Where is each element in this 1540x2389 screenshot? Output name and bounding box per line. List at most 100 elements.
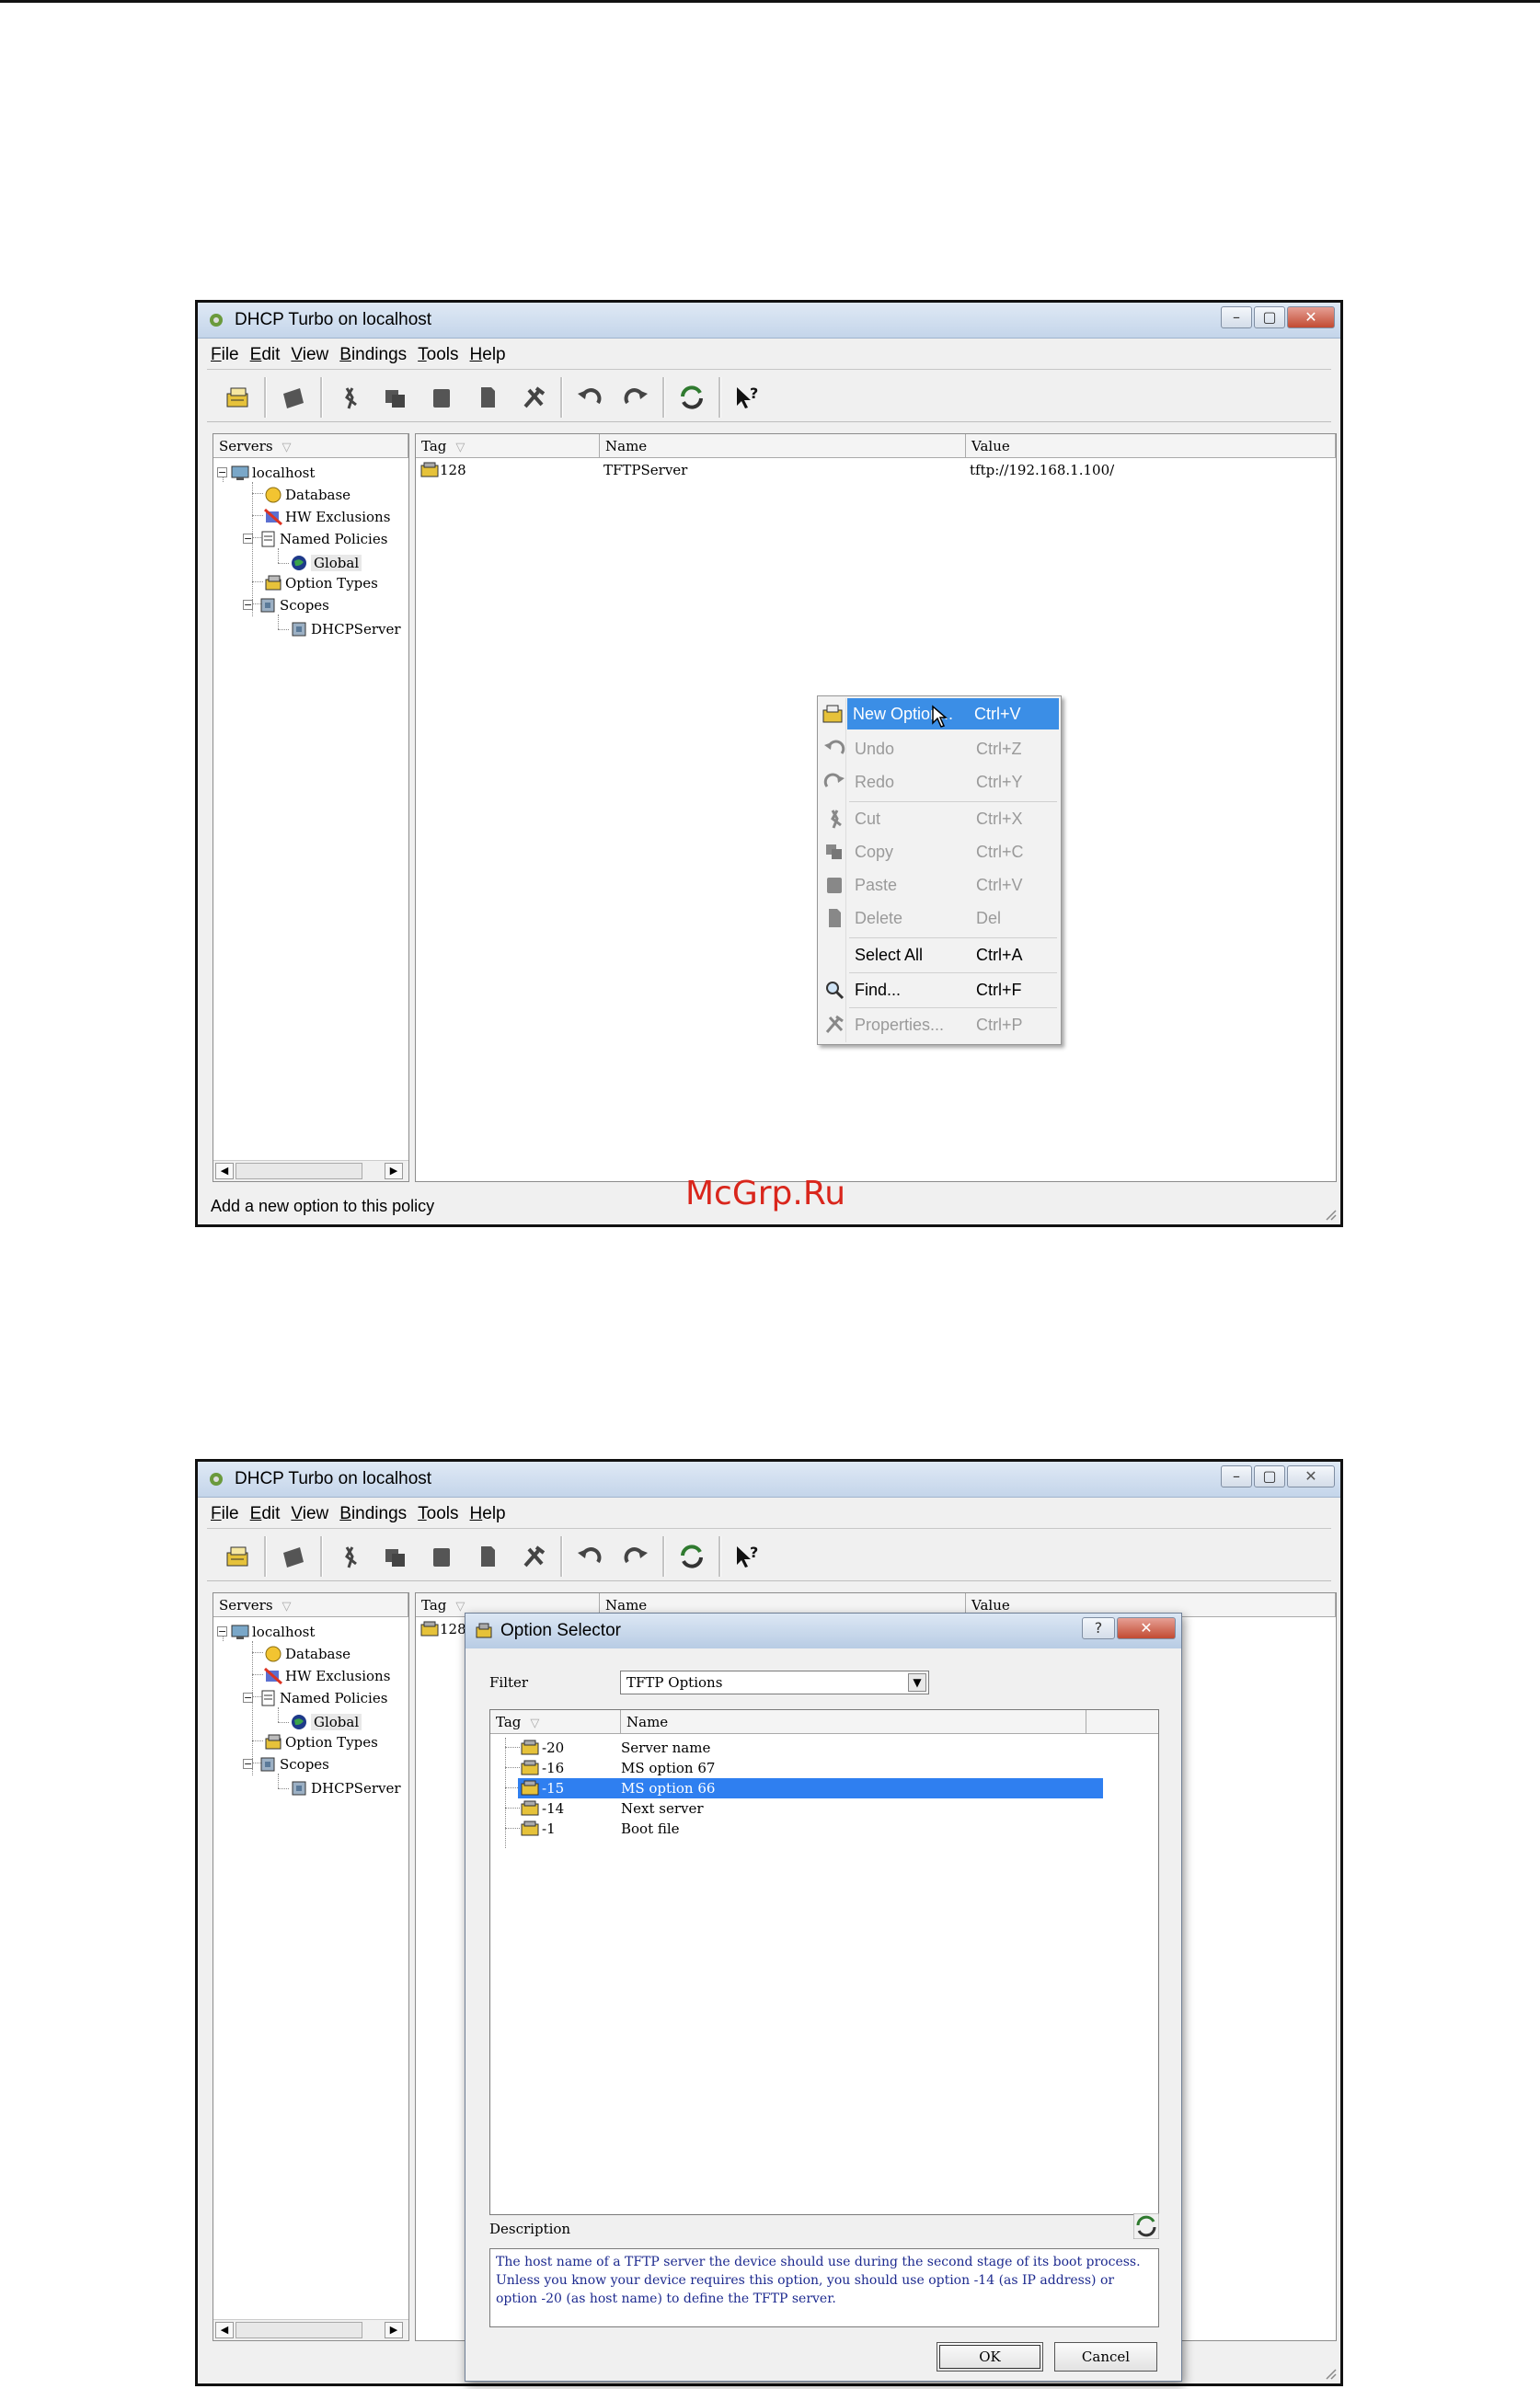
menu-item-redo[interactable]: Redo Ctrl+Y [820, 766, 1059, 798]
scroll-right-icon[interactable]: ▶ [385, 1163, 403, 1179]
menu-item-copy[interactable]: Copy Ctrl+C [820, 836, 1059, 867]
delete-button[interactable] [465, 376, 511, 419]
scrollbar-thumb[interactable] [236, 1163, 362, 1179]
filter-select[interactable]: TFTP Options ▼ [620, 1671, 929, 1694]
value-column-header[interactable]: Value [966, 434, 1336, 458]
tree-node-dhcpserver[interactable]: DHCPServer [289, 618, 401, 640]
scroll-left-icon[interactable]: ◀ [215, 1163, 234, 1179]
dropdown-arrow-icon[interactable]: ▼ [908, 1673, 926, 1692]
menu-item-select-all[interactable]: Select All Ctrl+A [820, 939, 1059, 971]
horizontal-scrollbar[interactable]: ◀ ▶ [213, 1160, 408, 1181]
list-item[interactable]: -20 Server name [490, 1738, 1158, 1758]
menu-help[interactable]: Help [470, 1504, 506, 1524]
minimize-button[interactable]: – [1221, 1465, 1252, 1487]
tree-node-named-policies[interactable]: − Named Policies [243, 1687, 387, 1709]
collapse-icon[interactable]: − [243, 534, 253, 544]
tree-node-option-types[interactable]: Option Types [263, 572, 378, 594]
paste-button[interactable] [419, 376, 465, 419]
menu-item-new-option[interactable]: New Option... Ctrl+V [822, 698, 1059, 729]
menu-view[interactable]: View [291, 1504, 328, 1524]
horizontal-scrollbar[interactable]: ◀ ▶ [213, 2319, 408, 2340]
tree-node-named-policies[interactable]: − Named Policies [243, 528, 387, 550]
refresh-button[interactable] [669, 1535, 715, 1578]
maximize-button[interactable]: ▢ [1254, 306, 1285, 328]
menu-bindings[interactable]: Bindings [339, 345, 407, 365]
close-button[interactable]: ✕ [1287, 1465, 1335, 1487]
resize-grip-icon[interactable] [1322, 2365, 1337, 2380]
dialog-close-button[interactable]: ✕ [1117, 1617, 1176, 1639]
tree-node-hw-exclusions[interactable]: HW Exclusions [263, 506, 390, 528]
new-option-button[interactable] [214, 1535, 260, 1578]
list-item[interactable]: -16 MS option 67 [490, 1758, 1158, 1778]
properties-button[interactable] [511, 1535, 557, 1578]
copy-button[interactable] [373, 376, 419, 419]
redo-button[interactable] [613, 1535, 659, 1578]
tag-column-header[interactable]: Tag ▽ [490, 1710, 621, 1734]
ok-button[interactable]: OK [937, 2342, 1043, 2372]
cut-button[interactable] [327, 376, 373, 419]
tree-node-dhcpserver[interactable]: DHCPServer [289, 1777, 401, 1799]
servers-tree-pane[interactable]: Servers ▽ − localhost Database HW Exclus… [213, 1592, 409, 2341]
collapse-icon[interactable]: − [243, 600, 253, 610]
scroll-left-icon[interactable]: ◀ [215, 2322, 234, 2338]
menu-tools[interactable]: Tools [418, 1504, 458, 1524]
tree-node-localhost[interactable]: − localhost [217, 462, 315, 484]
menu-bindings[interactable]: Bindings [339, 1504, 407, 1524]
close-button[interactable]: ✕ [1287, 306, 1335, 328]
menu-file[interactable]: File [211, 345, 239, 365]
tree-node-option-types[interactable]: Option Types [263, 1731, 378, 1753]
collapse-icon[interactable]: − [217, 467, 227, 477]
paste-button[interactable] [419, 1535, 465, 1578]
menu-help[interactable]: Help [470, 345, 506, 365]
resize-grip-icon[interactable] [1322, 1206, 1337, 1221]
copy-button[interactable] [373, 1535, 419, 1578]
tree-node-global[interactable]: Global [289, 552, 362, 574]
redo-button[interactable] [613, 376, 659, 419]
tag-column-header[interactable]: Tag ▽ [416, 434, 600, 458]
menu-item-cut[interactable]: Cut Ctrl+X [820, 803, 1059, 834]
properties-button[interactable] [511, 376, 557, 419]
collapse-icon[interactable]: − [243, 1693, 253, 1703]
menu-item-paste[interactable]: Paste Ctrl+V [820, 869, 1059, 901]
menu-item-delete[interactable]: Delete Del [820, 902, 1059, 934]
servers-column-header[interactable]: Servers ▽ [213, 1593, 408, 1617]
tree-node-hw-exclusions[interactable]: HW Exclusions [263, 1665, 390, 1687]
menu-item-properties[interactable]: Properties... Ctrl+P [820, 1009, 1059, 1040]
list-item[interactable]: -14 Next server [490, 1798, 1158, 1819]
dialog-help-button[interactable]: ? [1082, 1617, 1115, 1639]
menu-edit[interactable]: Edit [250, 1504, 281, 1524]
tree-node-scopes[interactable]: − Scopes [243, 594, 329, 616]
name-column-header[interactable]: Name [600, 434, 966, 458]
scrollbar-thumb[interactable] [236, 2322, 362, 2338]
list-item-selected[interactable]: -15 MS option 66 [490, 1778, 1158, 1798]
title-bar[interactable]: DHCP Turbo on localhost – ▢ ✕ [198, 1462, 1340, 1498]
cancel-button[interactable]: Cancel [1054, 2342, 1157, 2372]
maximize-button[interactable]: ▢ [1254, 1465, 1285, 1487]
title-bar[interactable]: DHCP Turbo on localhost – ▢ ✕ [198, 303, 1340, 339]
tree-node-localhost[interactable]: − localhost [217, 1621, 315, 1643]
new-option-button[interactable] [214, 376, 260, 419]
name-column-header[interactable]: Name [621, 1710, 1086, 1734]
delete-button[interactable] [465, 1535, 511, 1578]
open-button[interactable] [270, 376, 316, 419]
menu-view[interactable]: View [291, 345, 328, 365]
menu-edit[interactable]: Edit [250, 345, 281, 365]
refresh-icon[interactable] [1133, 2213, 1159, 2239]
tree-node-database[interactable]: Database [263, 484, 351, 506]
undo-button[interactable] [567, 1535, 613, 1578]
tree-node-database[interactable]: Database [263, 1643, 351, 1665]
list-item[interactable]: -1 Boot file [490, 1819, 1158, 1839]
menu-item-find[interactable]: Find... Ctrl+F [820, 974, 1059, 1005]
open-button[interactable] [270, 1535, 316, 1578]
menu-tools[interactable]: Tools [418, 345, 458, 365]
collapse-icon[interactable]: − [243, 1759, 253, 1769]
help-button[interactable]: ? [725, 376, 771, 419]
dialog-title-bar[interactable]: Option Selector ? ✕ [465, 1614, 1181, 1648]
options-list-pane[interactable]: Tag ▽ Name Value 128 TFTPServer tftp://19… [415, 433, 1337, 1182]
servers-tree-pane[interactable]: Servers ▽ − localhost Database HW Exclus… [213, 433, 409, 1182]
table-row[interactable]: 128 TFTPServer tftp://192.168.1.100/ [416, 460, 1336, 480]
help-button[interactable]: ? [725, 1535, 771, 1578]
menu-item-undo[interactable]: Undo Ctrl+Z [820, 733, 1059, 764]
tree-node-scopes[interactable]: − Scopes [243, 1753, 329, 1775]
scroll-right-icon[interactable]: ▶ [385, 2322, 403, 2338]
